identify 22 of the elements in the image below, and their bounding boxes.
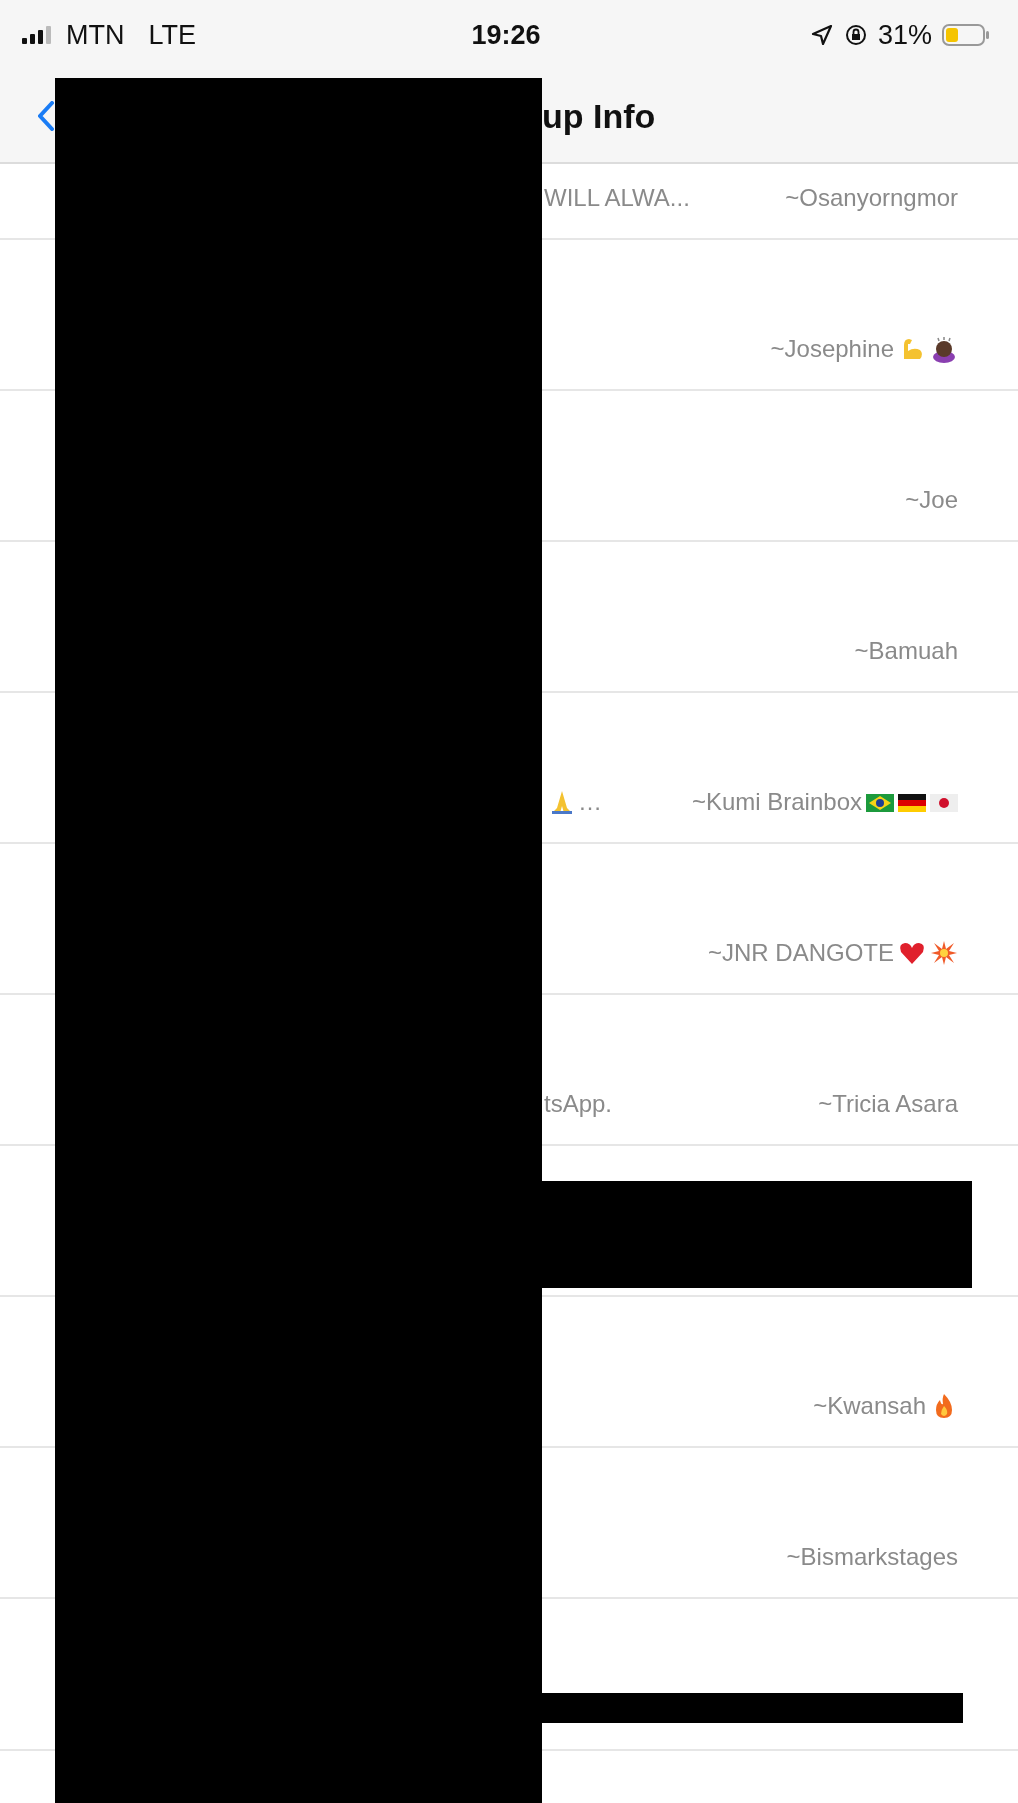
clock-time: 19:26 xyxy=(471,19,541,50)
network-type: LTE xyxy=(148,19,196,51)
battery-percent: 31% xyxy=(877,19,932,51)
member-name[interactable]: ~Bismarkstages xyxy=(786,1543,958,1571)
carrier-name: MTN xyxy=(66,19,125,51)
member-name[interactable]: ~Josephine xyxy=(770,335,894,363)
rotation-lock-icon xyxy=(843,23,868,47)
member-name[interactable]: ~JNR DANGOTE xyxy=(707,939,894,967)
bowing-person-icon xyxy=(930,335,958,363)
screen-title: up Info xyxy=(542,96,656,136)
member-about: WILL ALWA... xyxy=(544,184,690,212)
member-name[interactable]: ~Tricia Asara xyxy=(818,1090,958,1118)
member-name[interactable]: ~Osanyorngmor xyxy=(785,184,958,212)
location-icon xyxy=(809,23,834,47)
member-name[interactable]: ~Kumi Brainbox xyxy=(691,788,862,816)
member-about: … xyxy=(578,788,602,816)
back-icon[interactable] xyxy=(38,101,54,131)
battery-icon xyxy=(942,23,990,47)
member-name[interactable]: ~Bamuah xyxy=(854,637,958,665)
member-name[interactable]: ~Joe xyxy=(905,486,958,514)
member-about: tsApp. xyxy=(544,1090,613,1118)
member-name[interactable]: ~Kwansah xyxy=(813,1392,926,1420)
